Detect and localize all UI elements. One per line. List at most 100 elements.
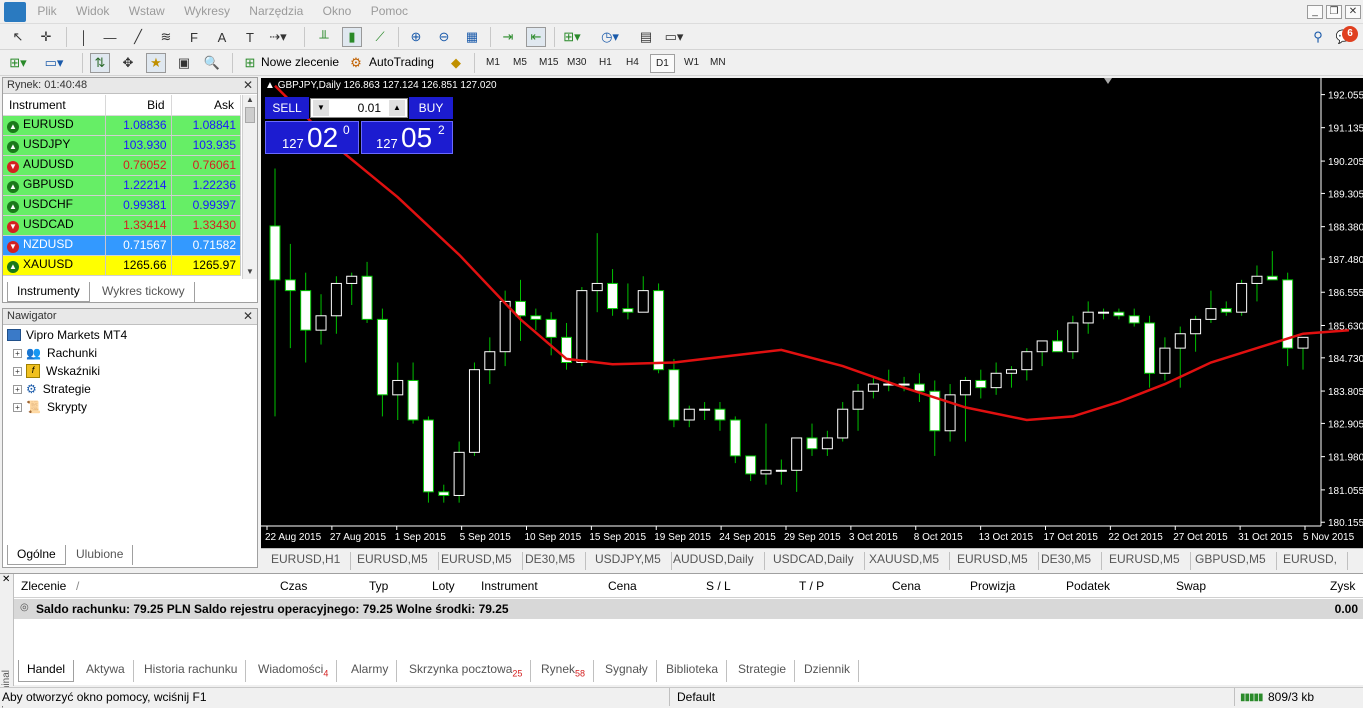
col-instrument[interactable]: Instrument xyxy=(3,95,106,116)
terminal-tab-sygnały[interactable]: Sygnały xyxy=(597,660,657,682)
crosshair-icon[interactable]: ✛ xyxy=(36,27,56,47)
minimize-button[interactable]: _ xyxy=(1307,5,1323,19)
chart-tab[interactable]: USDCAD,Daily xyxy=(763,552,865,570)
new-chart-icon[interactable]: ⊞▾ xyxy=(8,53,28,73)
tf-m5[interactable]: M5 xyxy=(508,54,532,73)
tf-h4[interactable]: H4 xyxy=(621,54,644,73)
col-podatek[interactable]: Podatek xyxy=(1066,579,1110,593)
chart-tab[interactable]: EURUSD,M5 xyxy=(431,552,523,570)
zoom-in-icon[interactable]: ⊕ xyxy=(406,27,426,47)
chart-tab[interactable]: DE30,M5 xyxy=(515,552,587,570)
market-watch-close-icon[interactable]: ✕ xyxy=(243,78,253,92)
chart-tab[interactable]: GBPUSD,M5 xyxy=(1185,552,1277,570)
tile-windows-icon[interactable]: ▦ xyxy=(462,27,482,47)
col-tp[interactable]: T / P xyxy=(799,579,824,593)
auto-scroll-icon[interactable]: ⇥ xyxy=(498,27,518,47)
expand-icon[interactable]: + xyxy=(13,348,22,358)
nav-item-wskazniki[interactable]: + f Wskaźniki xyxy=(13,362,100,380)
navigator-root[interactable]: Vipro Markets MT4 xyxy=(7,326,127,344)
market-watch-icon[interactable]: ⇅ xyxy=(90,53,110,73)
lot-input[interactable]: 0.01 xyxy=(335,101,381,115)
text-icon[interactable]: A xyxy=(212,27,232,47)
candle-chart-icon[interactable]: ▮ xyxy=(342,27,362,47)
market-row-xauusd[interactable]: ▲ XAUUSD 1265.66 1265.97 xyxy=(3,255,241,276)
terminal-tab-dziennik[interactable]: Dziennik xyxy=(796,660,860,682)
chart-shift-icon[interactable]: ⇤ xyxy=(526,27,546,47)
bar-chart-icon[interactable]: ╨ xyxy=(314,27,334,47)
navigator-close-icon[interactable]: ✕ xyxy=(243,309,253,323)
fibonacci-icon[interactable]: F xyxy=(184,27,204,47)
tf-w1[interactable]: W1 xyxy=(679,54,704,73)
periods-icon[interactable]: ◷▾ xyxy=(600,27,620,47)
terminal-icon[interactable]: ▣ xyxy=(174,53,194,73)
col-zysk[interactable]: Zysk xyxy=(1330,579,1355,593)
menu-wstaw[interactable]: Wstaw xyxy=(121,0,173,18)
expand-icon[interactable]: + xyxy=(13,366,22,376)
search-icon[interactable]: ⚲ xyxy=(1308,27,1328,47)
chart-tab[interactable]: XAUUSD,M5 xyxy=(859,552,951,570)
chart-tab[interactable]: EURUSD, xyxy=(1273,552,1349,570)
new-order-button[interactable]: Nowe zlecenie xyxy=(261,55,339,69)
new-order-icon[interactable]: ⊞ xyxy=(240,53,260,73)
horizontal-line-icon[interactable]: — xyxy=(100,27,120,47)
template-icon[interactable]: ▤ xyxy=(636,27,656,47)
sell-button[interactable]: SELL xyxy=(265,97,309,119)
col-prowizja[interactable]: Prowizja xyxy=(970,579,1015,593)
market-row-gbpusd[interactable]: ▲ GBPUSD 1.22214 1.22236 xyxy=(3,175,241,196)
close-window-button[interactable]: ✕ xyxy=(1345,5,1361,19)
restore-button[interactable]: ❐ xyxy=(1326,5,1342,19)
tf-m15[interactable]: M15 xyxy=(534,54,563,73)
text-label-icon[interactable]: T xyxy=(240,27,260,47)
tf-d1[interactable]: D1 xyxy=(650,54,675,73)
col-loty[interactable]: Loty xyxy=(432,579,455,593)
menu-plik[interactable]: Plik xyxy=(29,0,64,18)
expand-icon[interactable]: + xyxy=(13,384,22,394)
nav-item-skrypty[interactable]: + 📜 Skrypty xyxy=(13,398,87,416)
nav-item-strategie[interactable]: + ⚙ Strategie xyxy=(13,380,91,398)
expand-icon[interactable]: + xyxy=(13,402,22,412)
zoom-out-icon[interactable]: ⊖ xyxy=(434,27,454,47)
eraser-icon[interactable]: ◆ xyxy=(446,53,466,73)
col-cena[interactable]: Cena xyxy=(608,579,637,593)
autotrading-icon[interactable]: ⚙ xyxy=(346,53,366,73)
terminal-tab-alarmy[interactable]: Alarmy xyxy=(343,660,398,682)
menu-wykresy[interactable]: Wykresy xyxy=(176,0,238,18)
chart-tab[interactable]: EURUSD,M5 xyxy=(347,552,439,570)
lot-down-icon[interactable]: ▼ xyxy=(313,100,329,116)
market-row-usdjpy[interactable]: ▲ USDJPY 103.930 103.935 xyxy=(3,135,241,156)
market-row-nzdusd[interactable]: ▼ NZDUSD 0.71567 0.71582 xyxy=(3,235,241,256)
terminal-tab-skrzynka-pocztowa[interactable]: Skrzynka pocztowa25 xyxy=(401,660,532,682)
terminal-tab-aktywa[interactable]: Aktywa xyxy=(78,660,134,682)
line-chart-icon[interactable]: ⟋ xyxy=(370,27,390,47)
buy-button[interactable]: BUY xyxy=(409,97,453,119)
lot-up-icon[interactable]: ▲ xyxy=(389,100,405,116)
col-cena-2[interactable]: Cena xyxy=(892,579,921,593)
menu-widok[interactable]: Widok xyxy=(68,0,117,18)
profiles-menu-icon[interactable]: ▭▾ xyxy=(44,53,64,73)
terminal-tab-strategie[interactable]: Strategie xyxy=(730,660,796,682)
market-watch-scrollbar[interactable]: ▲ ▼ xyxy=(242,95,257,279)
lot-stepper[interactable]: ▼ 0.01 ▲ xyxy=(310,98,408,118)
balance-row[interactable]: ◎ Saldo rachunku: 79.25 PLN Saldo rejest… xyxy=(14,599,1363,619)
col-instrument[interactable]: Instrument xyxy=(481,579,538,593)
col-swap[interactable]: Swap xyxy=(1176,579,1206,593)
chart-tab[interactable]: USDJPY,M5 xyxy=(585,552,672,570)
data-window-icon[interactable]: ✥ xyxy=(118,53,138,73)
chart-tab[interactable]: AUDUSD,Daily xyxy=(663,552,765,570)
buy-price-box[interactable]: 127 05 2 xyxy=(361,121,453,154)
trend-line-icon[interactable]: ╱ xyxy=(128,27,148,47)
tab-instrumenty[interactable]: Instrumenty xyxy=(7,282,90,302)
indicators-icon[interactable]: ⊞▾ xyxy=(562,27,582,47)
chart-tab[interactable]: DE30,M5 xyxy=(1031,552,1103,570)
tf-m1[interactable]: M1 xyxy=(481,54,505,73)
tf-h1[interactable]: H1 xyxy=(594,54,617,73)
market-row-eurusd[interactable]: ▲ EURUSD 1.08836 1.08841 xyxy=(3,115,241,136)
tab-ulubione[interactable]: Ulubione xyxy=(67,545,134,565)
menu-pomoc[interactable]: Pomoc xyxy=(363,0,416,18)
chart-tab[interactable]: EURUSD,M5 xyxy=(947,552,1039,570)
cursor-icon[interactable]: ↖ xyxy=(8,27,28,47)
channel-icon[interactable]: ≋ xyxy=(156,27,176,47)
col-zlecenie[interactable]: Zlecenie xyxy=(21,579,66,593)
terminal-tab-handel[interactable]: Handel xyxy=(18,660,75,682)
terminal-tab-historia-rachunku[interactable]: Historia rachunku xyxy=(136,660,247,682)
